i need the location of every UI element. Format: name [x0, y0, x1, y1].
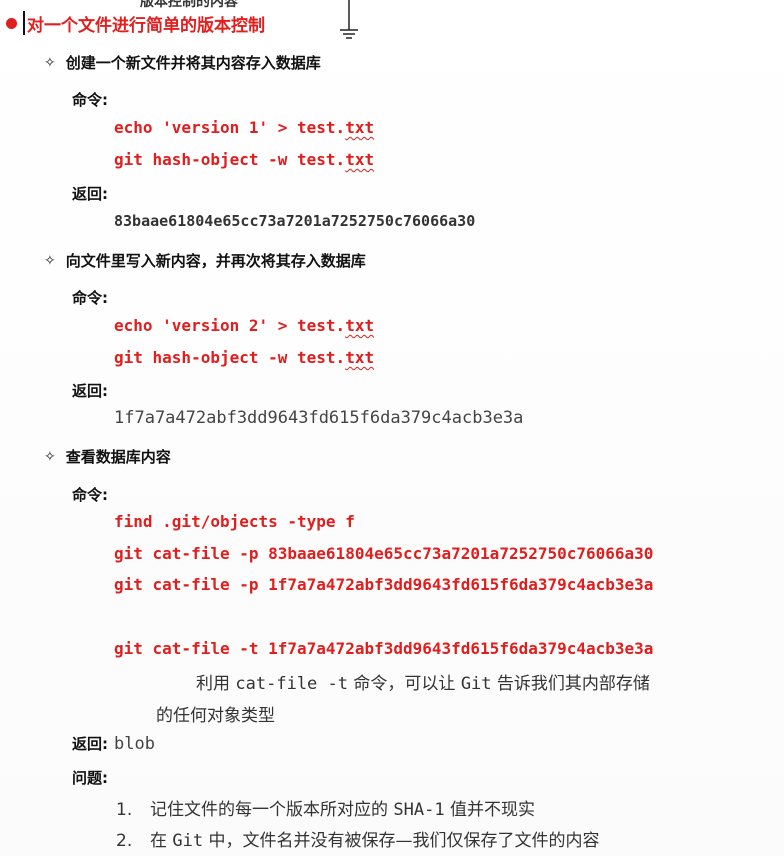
list-mono: SHA-1: [393, 800, 445, 820]
diamond-bullet-icon: ✧: [44, 54, 56, 71]
return-value: blob: [114, 734, 155, 754]
command-ext: txt: [345, 316, 375, 335]
command-line: echo 'version 1' > test.txt: [114, 118, 374, 137]
command-line: git cat-file -p 1f7a7a472abf3dd9643fd615…: [114, 575, 654, 594]
command-ext: txt: [345, 348, 375, 367]
note-command: cat-file -t: [235, 674, 348, 694]
section-heading-view-db: ✧ 查看数据库内容: [44, 446, 171, 467]
note-text: 利用: [196, 674, 236, 694]
anchor-icon: [340, 0, 358, 39]
text-cursor: [23, 11, 25, 35]
list-text: 记住文件的每一个版本所对应的: [150, 800, 394, 820]
list-item: 1. 记住文件的每一个版本所对应的 SHA-1 值并不现实: [116, 795, 535, 820]
diamond-bullet-icon: ✧: [44, 448, 56, 465]
command-label: 命令:: [72, 486, 108, 504]
list-number: 2.: [116, 831, 133, 851]
note-line: 利用 cat-file -t 命令，可以让 Git 告诉我们其内部存储: [196, 669, 650, 694]
return-label: 返回:: [72, 382, 108, 400]
command-label: 命令:: [72, 289, 108, 307]
list-number: 1.: [116, 800, 133, 820]
command-line: git hash-object -w test.txt: [114, 348, 374, 367]
list-text: 值并不现实: [444, 800, 535, 820]
command-label: 命令:: [72, 91, 108, 109]
return-row: 返回: blob: [72, 733, 155, 754]
list-item: 2. 在 Git 中，文件名并没有被保存—我们仅保存了文件的内容: [116, 826, 600, 851]
title-row: 对一个文件进行简单的版本控制: [6, 10, 265, 36]
list-text: 在: [150, 831, 173, 851]
page-title: 对一个文件进行简单的版本控制: [27, 15, 265, 36]
command-text: echo 'version 1' > test.: [114, 118, 346, 137]
command-text: git hash-object -w test.: [114, 348, 346, 367]
command-ext: txt: [345, 150, 375, 169]
return-hash: 83baae61804e65cc73a7201a7252750c76066a30: [114, 212, 476, 230]
note-text: 告诉我们其内部存储: [491, 674, 650, 694]
section-heading-create: ✧ 创建一个新文件并将其内容存入数据库: [44, 52, 321, 73]
command-line: find .git/objects -type f: [114, 512, 355, 531]
command-text: echo 'version 2' > test.: [114, 316, 346, 335]
command-text: git hash-object -w test.: [114, 150, 346, 169]
list-text: 中，文件名并没有被保存—我们仅保存了文件的内容: [203, 831, 600, 851]
note-line-2: 的任何对象类型: [156, 706, 275, 726]
command-line: git hash-object -w test.txt: [114, 150, 374, 169]
list-mono: Git: [172, 831, 204, 851]
diamond-bullet-icon: ✧: [44, 252, 56, 269]
section-heading-text: 向文件里写入新内容，并再次将其存入数据库: [65, 252, 366, 270]
note-git: Git: [460, 674, 492, 694]
issues-label: 问题:: [72, 769, 108, 787]
section-heading-write: ✧ 向文件里写入新内容，并再次将其存入数据库: [44, 250, 366, 271]
return-label: 返回:: [72, 735, 108, 753]
command-line: echo 'version 2' > test.txt: [114, 316, 374, 335]
section-heading-text: 查看数据库内容: [65, 448, 171, 466]
command-line: git cat-file -p 83baae61804e65cc73a7201a…: [114, 544, 654, 563]
red-bullet-icon: [6, 17, 17, 29]
section-heading-text: 创建一个新文件并将其内容存入数据库: [65, 54, 321, 72]
note-text: 命令，可以让: [348, 674, 461, 694]
document-page: 版本控制的内容 对一个文件进行简单的版本控制 ✧ 创建一个新文件并将其内容存入数…: [0, 0, 784, 856]
command-line: git cat-file -t 1f7a7a472abf3dd9643fd615…: [114, 639, 654, 658]
command-ext: txt: [345, 118, 375, 137]
return-hash: 1f7a7a472abf3dd9643fd615f6da379c4acb3e3a: [114, 408, 524, 428]
return-label: 返回:: [72, 185, 108, 203]
